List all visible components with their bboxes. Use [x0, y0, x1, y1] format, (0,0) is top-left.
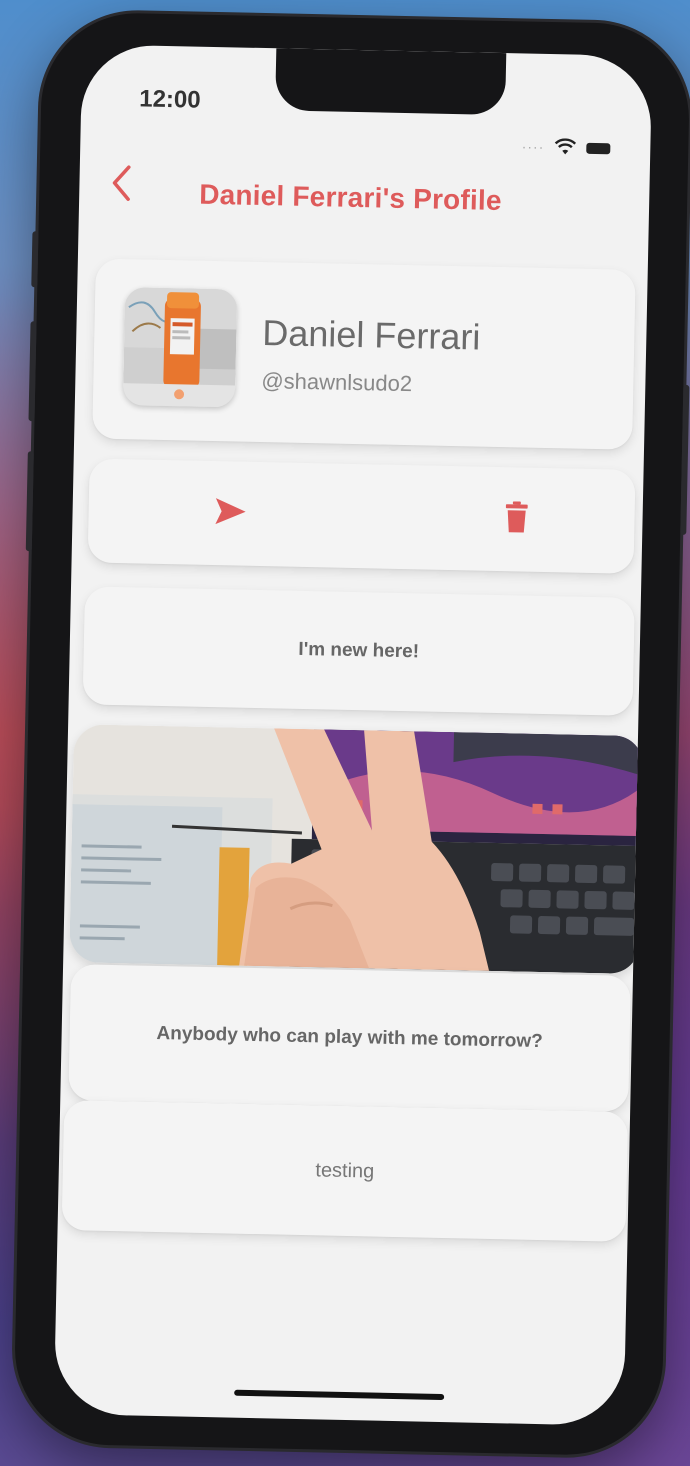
notch	[275, 48, 507, 116]
volume-up-button	[28, 321, 37, 422]
home-indicator[interactable]	[234, 1389, 445, 1401]
screen: 12:00 ···· Daniel Ferrari's Profile Dani…	[53, 44, 653, 1426]
post-card[interactable]: Anybody who can play with me tomorrow?	[68, 964, 631, 1112]
chevron-left-icon	[112, 165, 131, 201]
back-button[interactable]	[101, 161, 142, 206]
page-title: Daniel Ferrari's Profile	[198, 178, 502, 217]
profile-name: Daniel Ferrari	[261, 312, 481, 358]
photo-peace-sign	[69, 724, 645, 975]
signal-icon: ····	[521, 138, 545, 155]
nav-header: Daniel Ferrari's Profile	[79, 152, 650, 234]
post-card[interactable]: I'm new here!	[82, 586, 635, 716]
profile-card: Daniel Ferrari @shawnlsudo2	[92, 258, 636, 450]
profile-handle: @shawnlsudo2	[261, 368, 413, 397]
battery-icon	[586, 142, 611, 154]
mute-switch	[31, 231, 39, 288]
volume-down-button	[25, 451, 34, 552]
post-text: Anybody who can play with me tomorrow?	[156, 1022, 544, 1053]
send-message-button[interactable]	[210, 493, 251, 530]
wifi-icon	[554, 138, 577, 155]
photo-post[interactable]	[69, 724, 645, 975]
avatar-photo	[122, 287, 238, 408]
post-text: testing	[315, 1158, 375, 1183]
status-indicators: ····	[521, 137, 611, 157]
send-icon	[215, 498, 246, 525]
actions-card	[87, 458, 636, 574]
status-time: 12:00	[138, 85, 201, 114]
delete-friend-button[interactable]	[498, 497, 535, 538]
avatar[interactable]	[122, 287, 238, 408]
trash-icon	[505, 501, 528, 533]
post-text: I'm new here!	[298, 638, 420, 663]
post-card[interactable]: testing	[61, 1100, 629, 1242]
phone-frame: 12:00 ···· Daniel Ferrari's Profile Dani…	[13, 11, 690, 1457]
